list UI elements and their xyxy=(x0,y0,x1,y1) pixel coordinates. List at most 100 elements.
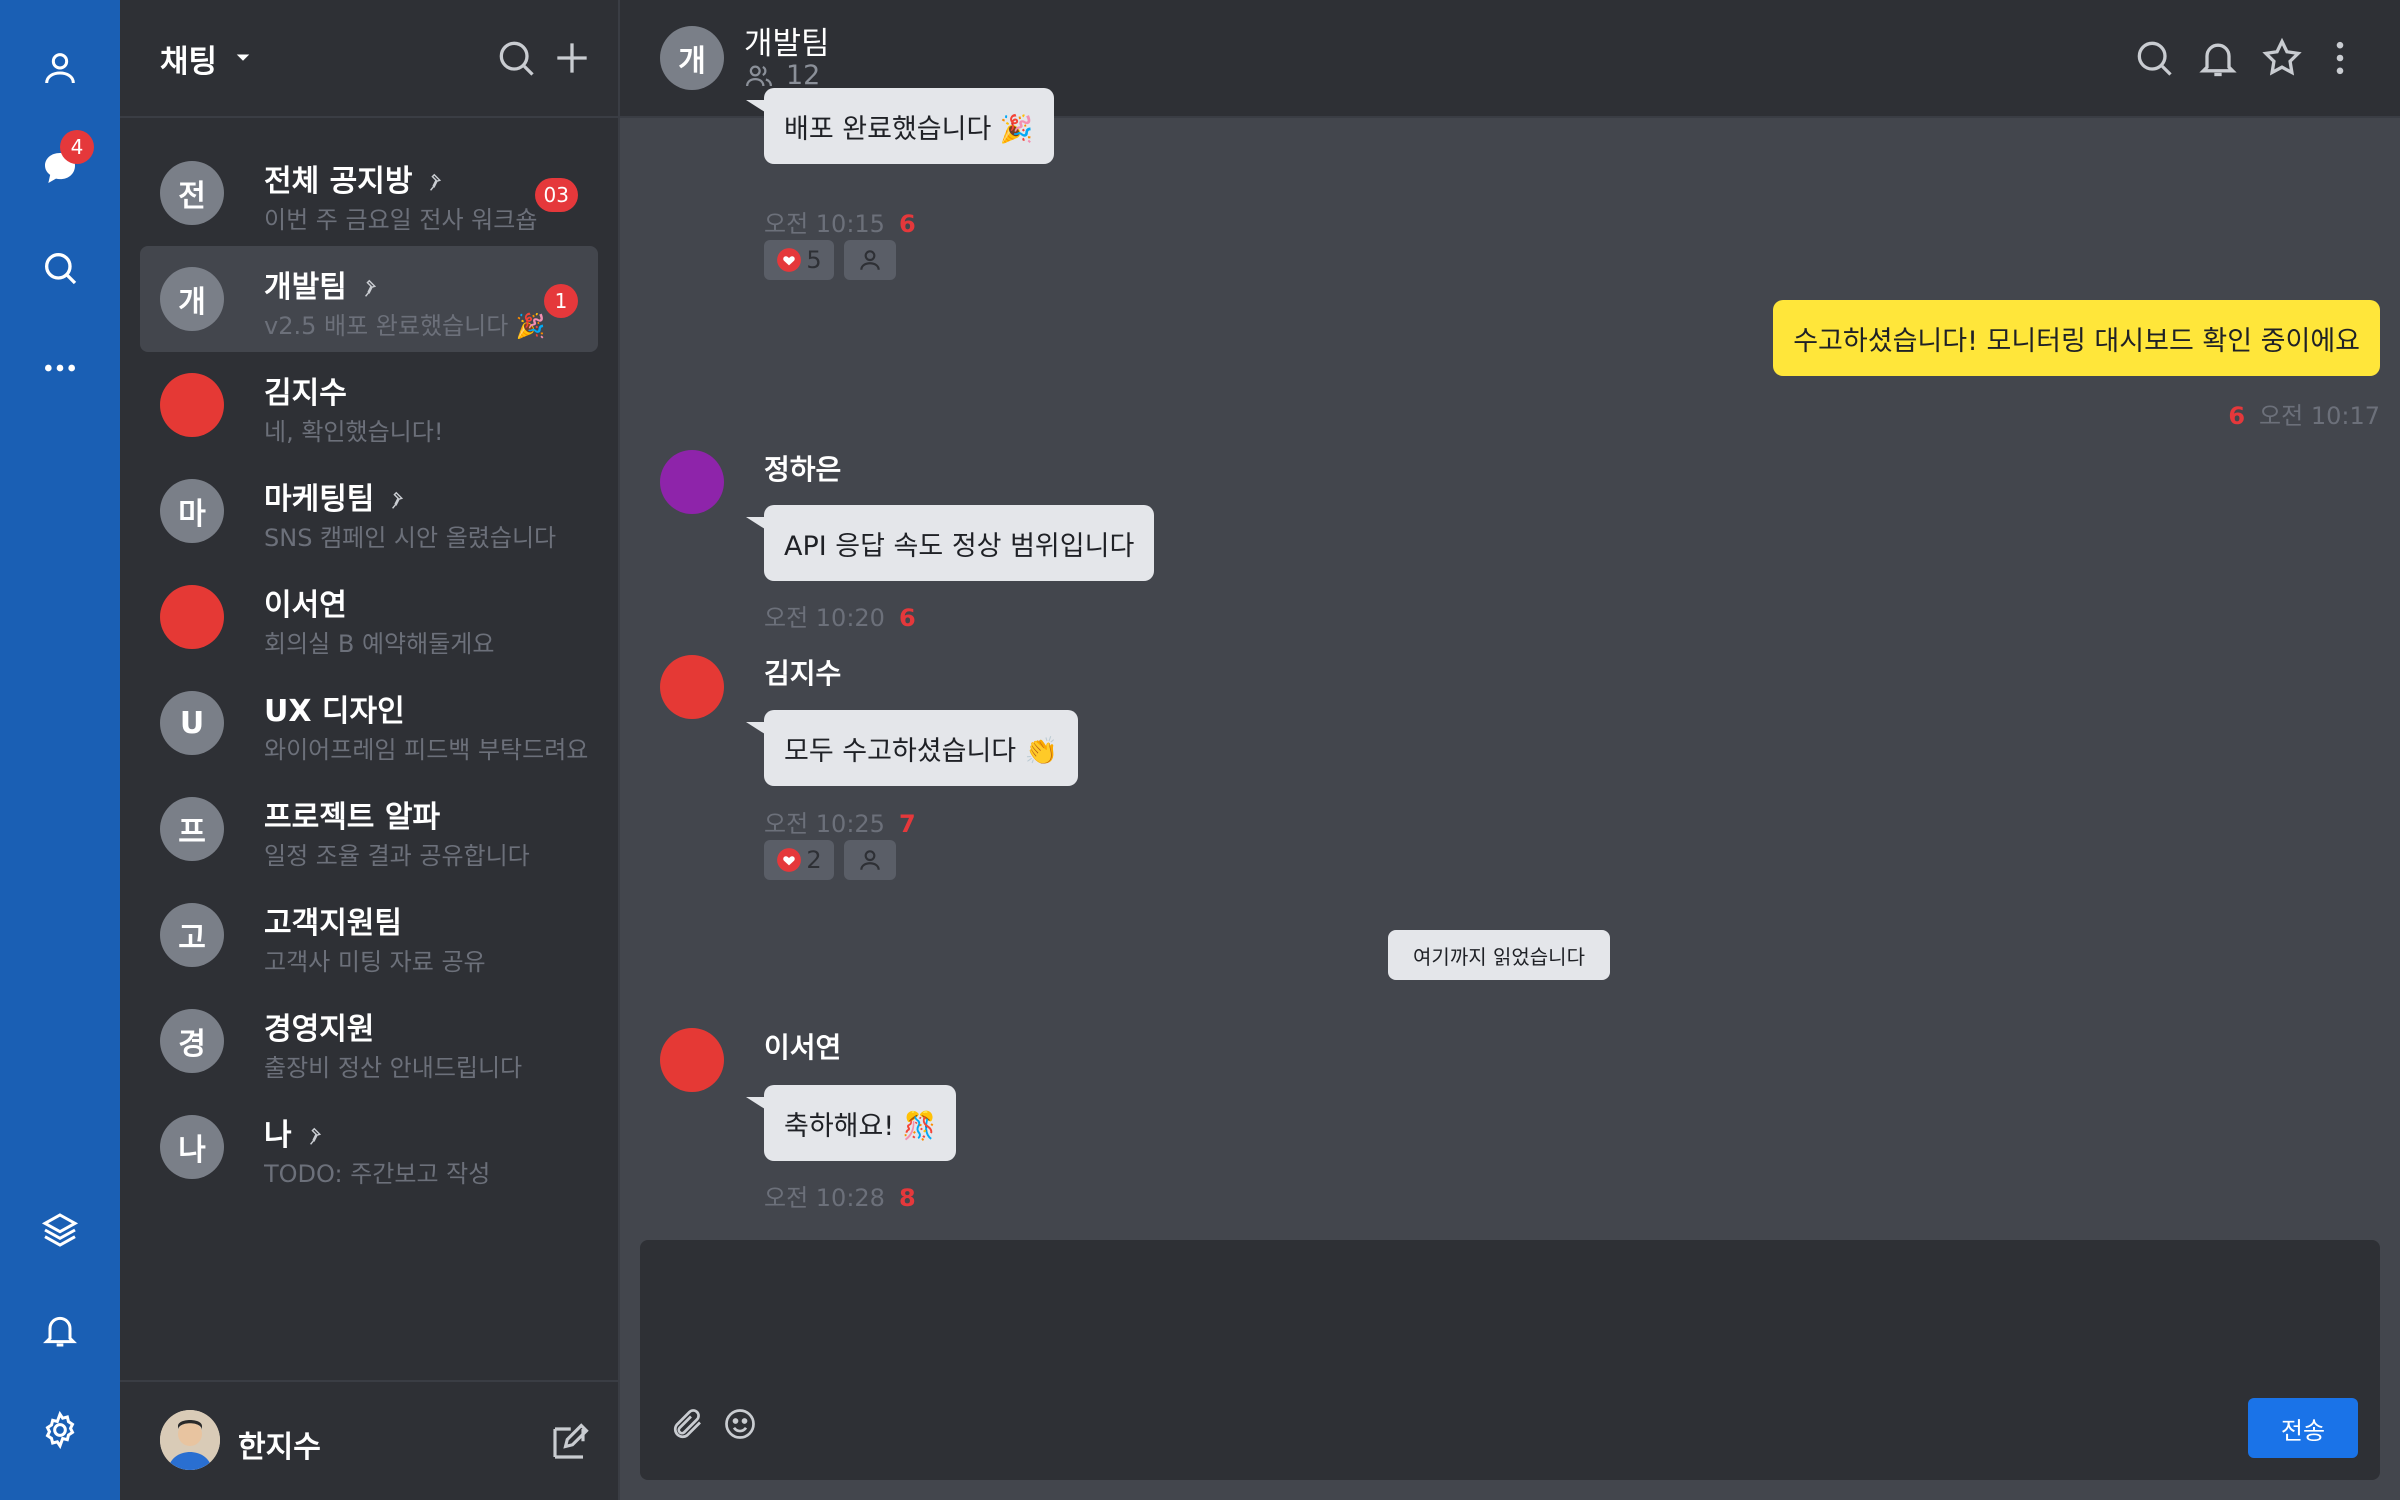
chat-item-name: 김지수 xyxy=(264,376,347,411)
avatar[interactable] xyxy=(160,1410,220,1470)
caret-down-icon[interactable] xyxy=(228,42,258,72)
message-meta: 오전 10:25 7 xyxy=(764,804,916,839)
message-meta: 오전 10:20 6 xyxy=(764,598,916,633)
room-member-count[interactable]: 12 xyxy=(744,60,820,91)
message-meta: 6 오전 10:17 xyxy=(2228,396,2380,431)
chat-item-preview: 출장비 정산 안내드립니다 xyxy=(264,1054,523,1082)
left-rail: 4 xyxy=(0,0,120,1500)
bell-icon xyxy=(43,1316,77,1347)
message-time: 오전 10:28 xyxy=(764,1184,885,1212)
message-meta: 오전 10:28 8 xyxy=(764,1178,916,1213)
reaction-count: 5 xyxy=(806,246,822,274)
message-meta: 오전 10:15 6 xyxy=(764,204,916,239)
message-bubble[interactable]: API 응답 속도 정상 범위입니다 xyxy=(745,505,1155,581)
avatar: 개 xyxy=(160,267,224,331)
chat-list-title[interactable]: 채팅 xyxy=(160,36,217,81)
pin-icon xyxy=(309,1127,321,1145)
chat-item-project-alpha[interactable]: 프 프로젝트 알파 일정 조율 결과 공유합니다 xyxy=(140,776,598,882)
message-bubble[interactable]: 배포 완료했습니다 🎉 xyxy=(746,88,1054,164)
avatar: 고 xyxy=(160,903,224,967)
avatar[interactable] xyxy=(660,1028,724,1092)
chat-room: 개 개발팀 12 배포 완료했습니다 🎉 오전 10:15 6 5 수고하셨습니… xyxy=(620,0,2400,1500)
chat-app: 4 채팅 전 전체 공지방 이번 주 금요일 전사 워크숍 03 개 개발팀 v… xyxy=(0,0,2400,1500)
avatar[interactable] xyxy=(660,450,724,514)
avatar[interactable] xyxy=(660,655,724,719)
chat-unread-badge: 4 xyxy=(60,130,94,164)
chats-tab[interactable]: 4 xyxy=(0,128,120,208)
message-time: 오전 10:15 xyxy=(764,210,885,238)
reaction-readers-button[interactable] xyxy=(844,240,896,280)
chat-list-panel: 채팅 전 전체 공지방 이번 주 금요일 전사 워크숍 03 개 개발팀 v2.… xyxy=(120,0,620,1500)
message-composer: 전송 xyxy=(640,1240,2380,1480)
paperclip-icon[interactable] xyxy=(670,1406,706,1442)
chat-item-name: 이서연 xyxy=(264,588,347,623)
chat-item-dev-team[interactable]: 개 개발팀 v2.5 배포 완료했습니다 🎉 1 xyxy=(140,246,598,352)
bell-icon[interactable] xyxy=(2196,36,2240,80)
chat-item-me[interactable]: 나 나 TODO: 주간보고 작성 xyxy=(140,1094,598,1200)
send-button[interactable]: 전송 xyxy=(2248,1398,2358,1458)
avatar: 전 xyxy=(160,161,224,225)
message-list: 배포 완료했습니다 🎉 오전 10:15 6 5 수고하셨습니다! 모니터링 대시… xyxy=(620,88,2400,1240)
chat-item-name: 경영지원 xyxy=(264,1012,375,1047)
chat-list-header: 채팅 xyxy=(120,0,620,118)
pin-icon xyxy=(430,173,442,191)
message-bubble[interactable]: 모두 수고하셨습니다 👏 xyxy=(745,710,1079,786)
avatar: 프 xyxy=(160,797,224,861)
chat-item-preview: 와이어프레임 피드백 부탁드려요 xyxy=(264,736,589,764)
message-time: 오전 10:20 xyxy=(764,604,885,632)
room-title: 개발팀 xyxy=(744,26,830,62)
more-tab[interactable] xyxy=(0,328,120,408)
settings-button[interactable] xyxy=(0,1390,120,1470)
my-message-bubble[interactable]: 수고하셨습니다! 모니터링 대시보드 확인 중이에요 xyxy=(1773,300,2380,376)
my-profile: 한지수 xyxy=(120,1380,620,1500)
avatar: 나 xyxy=(160,1115,224,1179)
message-time: 오전 10:17 xyxy=(2259,402,2380,430)
heart-icon xyxy=(777,248,802,272)
unread-count: 6 xyxy=(898,604,916,632)
search-icon[interactable] xyxy=(494,36,538,80)
reaction-heart[interactable]: 2 xyxy=(764,840,834,880)
notifications-button[interactable] xyxy=(0,1290,120,1370)
friends-tab[interactable] xyxy=(0,28,120,108)
chat-item-lee-seoyeon[interactable]: 이서연 회의실 B 예약해둘게요 xyxy=(140,564,598,670)
reaction-readers-button[interactable] xyxy=(844,840,896,880)
unread-count: 8 xyxy=(898,1184,916,1212)
room-avatar[interactable]: 개 xyxy=(660,26,724,90)
chat-item-notice[interactable]: 전 전체 공지방 이번 주 금요일 전사 워크숍 03 xyxy=(140,140,598,246)
chat-item-management[interactable]: 경 경영지원 출장비 정산 안내드립니다 xyxy=(140,988,598,1094)
pin-icon xyxy=(392,491,404,509)
chat-item-preview: 일정 조율 결과 공유합니다 xyxy=(264,842,530,870)
plus-icon[interactable] xyxy=(550,36,594,80)
star-icon[interactable] xyxy=(2260,36,2304,80)
search-icon[interactable] xyxy=(2132,36,2176,80)
chat-item-ux-design[interactable]: U UX 디자인 와이어프레임 피드백 부탁드려요 xyxy=(140,670,598,776)
chat-item-marketing[interactable]: 마 마케팅팀 SNS 캠페인 시안 올렸습니다 xyxy=(140,458,598,564)
layers-button[interactable] xyxy=(0,1190,120,1270)
chat-item-name: 마케팅팀 xyxy=(264,474,410,518)
more-dots-icon xyxy=(45,364,75,372)
message-bubble[interactable]: 축하해요! 🎊 xyxy=(745,1085,957,1161)
search-icon xyxy=(45,252,77,285)
unread-count-badge: 1 xyxy=(544,284,578,318)
chat-room-list: 전 전체 공지방 이번 주 금요일 전사 워크숍 03 개 개발팀 v2.5 배… xyxy=(140,140,598,1200)
message-input[interactable] xyxy=(640,1240,2380,1390)
chat-item-name: 나 xyxy=(264,1110,328,1154)
avatar xyxy=(160,373,224,437)
emoji-icon[interactable] xyxy=(722,1406,758,1442)
message-time: 오전 10:25 xyxy=(764,810,885,838)
reaction-heart[interactable]: 5 xyxy=(764,240,834,280)
pin-icon xyxy=(364,279,376,297)
chat-item-customer-support[interactable]: 고 고객지원팀 고객사 미팅 자료 공유 xyxy=(140,882,598,988)
gear-icon xyxy=(45,1410,75,1450)
person-icon xyxy=(860,250,880,270)
kebab-menu-icon[interactable] xyxy=(2318,36,2362,80)
search-tab[interactable] xyxy=(0,228,120,308)
edit-icon[interactable] xyxy=(548,1422,590,1464)
unread-count-badge: 03 xyxy=(534,178,578,212)
sender-name: 이서연 xyxy=(764,1031,842,1064)
profile-name: 한지수 xyxy=(238,1430,321,1465)
read-marker: 여기까지 읽었습니다 xyxy=(1388,930,1610,980)
profile-photo-icon xyxy=(160,1410,220,1470)
chat-item-preview: 네, 확인했습니다! xyxy=(264,418,444,446)
chat-item-kim-jisu[interactable]: 김지수 네, 확인했습니다! xyxy=(140,352,598,458)
